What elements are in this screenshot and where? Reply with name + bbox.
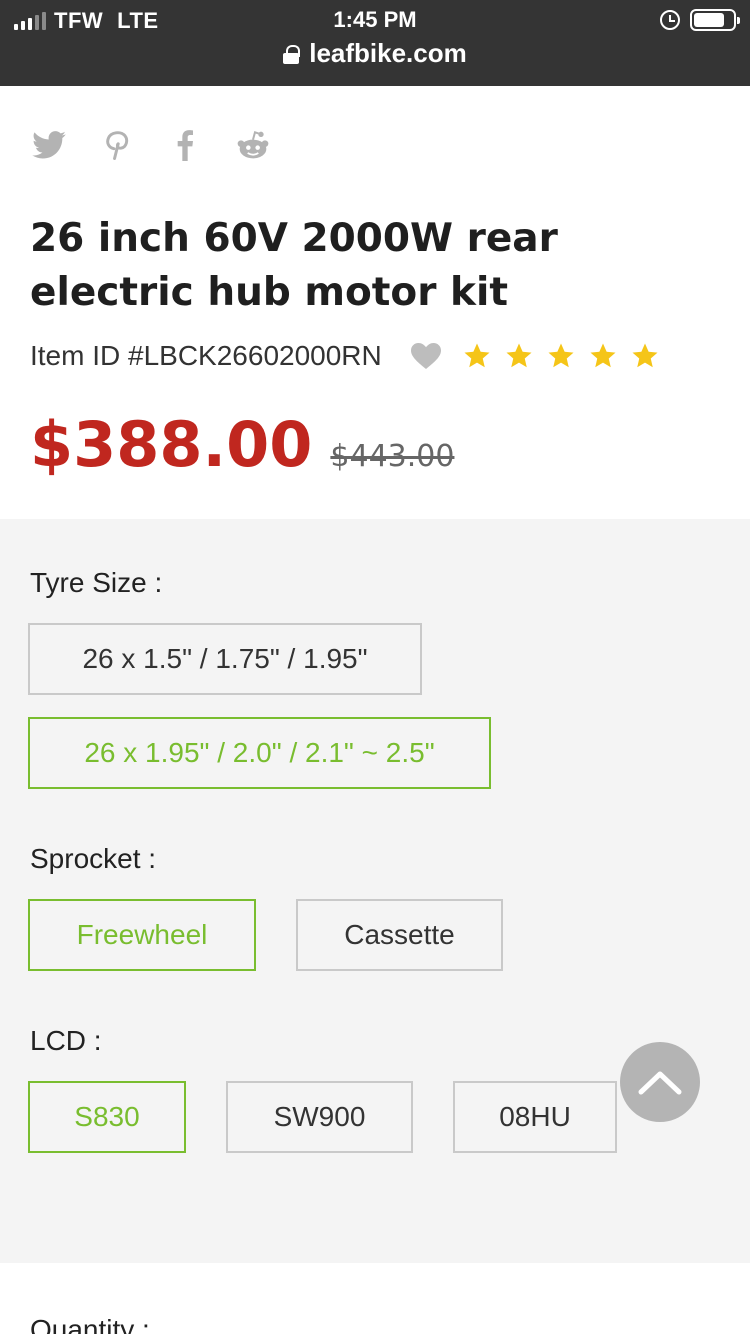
product-options: Tyre Size : 26 x 1.5" / 1.75" / 1.95" 26… [0, 519, 750, 1263]
sprocket-option-freewheel[interactable]: Freewheel [28, 899, 256, 971]
url-bar[interactable]: leafbike.com [0, 38, 750, 69]
twitter-icon[interactable] [32, 128, 66, 162]
status-time: 1:45 PM [333, 7, 417, 32]
browser-top-bar: TFW LTE 1:45 PM leafbike.com [0, 0, 750, 86]
current-price: $388.00 [30, 408, 313, 481]
star-icon [548, 343, 574, 368]
tyre-size-option-2[interactable]: 26 x 1.95" / 2.0" / 2.1" ~ 2.5" [28, 717, 491, 789]
item-meta-row: Item ID #LBCK26602000RN [30, 340, 660, 372]
tyre-size-label: Tyre Size : [30, 567, 163, 598]
item-id: Item ID #LBCK26602000RN [30, 340, 382, 371]
product-title: 26 inch 60V 2000W rear electric hub moto… [30, 216, 558, 315]
lcd-option-s830[interactable]: S830 [28, 1081, 186, 1153]
star-icon [506, 343, 532, 368]
star-icon [464, 343, 490, 368]
alarm-icon [660, 10, 680, 30]
price-row: $388.00 $443.00 [30, 408, 454, 481]
sprocket-label: Sprocket : [30, 843, 157, 874]
star-icon [632, 343, 658, 368]
lcd-option-sw900[interactable]: SW900 [226, 1081, 413, 1153]
star-icon [590, 343, 616, 368]
rating-stars [462, 341, 660, 371]
facebook-icon[interactable] [168, 128, 202, 162]
tyre-size-option-1[interactable]: 26 x 1.5" / 1.75" / 1.95" [28, 623, 422, 695]
lcd-option-08hu[interactable]: 08HU [453, 1081, 617, 1153]
battery-icon [690, 9, 740, 31]
url-text: leafbike.com [309, 38, 467, 68]
quantity-label: Quantity : [30, 1314, 150, 1334]
sprocket-option-cassette[interactable]: Cassette [296, 899, 503, 971]
lock-icon [283, 44, 301, 64]
chevron-up-icon [638, 1071, 682, 1095]
wishlist-heart-icon[interactable] [410, 342, 442, 370]
original-price: $443.00 [330, 439, 455, 474]
lcd-label: LCD : [30, 1025, 102, 1056]
status-right [660, 9, 740, 31]
social-share [32, 128, 270, 162]
reddit-icon[interactable] [236, 128, 270, 162]
scroll-to-top-button[interactable] [620, 1042, 700, 1122]
pinterest-icon[interactable] [100, 128, 134, 162]
